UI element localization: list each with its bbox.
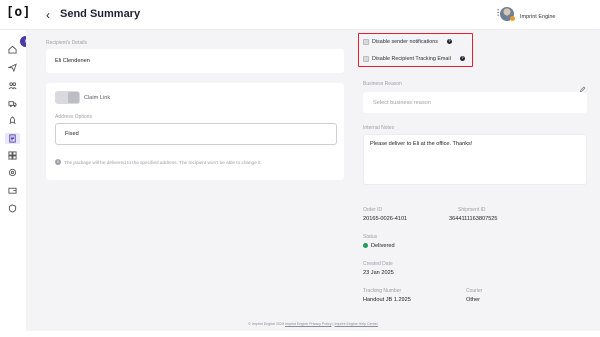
top-bar: [o] ‹ Send Summary ··· Imprint Engine bbox=[0, 0, 600, 30]
info-icon: i bbox=[55, 159, 61, 165]
home-icon[interactable] bbox=[8, 45, 17, 54]
toggle-knob bbox=[68, 92, 79, 103]
gear-icon[interactable] bbox=[8, 168, 17, 177]
back-arrow-icon[interactable]: ‹ bbox=[46, 8, 50, 22]
claim-link-label: Claim Link bbox=[84, 95, 111, 101]
help-center-link[interactable]: Imprint Engine Help Center bbox=[334, 322, 377, 326]
created-date-value: 23 Jan 2025 bbox=[363, 270, 394, 276]
page-title: Send Summary bbox=[60, 8, 141, 20]
status-indicator bbox=[363, 243, 368, 248]
tracking-number-value[interactable]: Handout JB 1.2925 bbox=[363, 297, 411, 303]
address-options-label: Address Options bbox=[55, 114, 92, 120]
recipient-field[interactable]: Eli Clendenen bbox=[46, 49, 344, 73]
disable-recipient-tracking-email-checkbox[interactable] bbox=[363, 56, 369, 62]
edit-icon[interactable] bbox=[579, 80, 586, 93]
footer: © Imprint Engine 2025 Imprint Engine Pri… bbox=[26, 317, 600, 331]
help-icon[interactable]: ? bbox=[460, 56, 465, 61]
help-icon[interactable]: ? bbox=[447, 39, 452, 44]
business-reason-label: Business Reason bbox=[363, 81, 402, 87]
receipt-icon[interactable] bbox=[8, 134, 17, 143]
claim-link-toggle[interactable] bbox=[55, 91, 80, 104]
order-id-label: Order ID bbox=[363, 207, 383, 213]
disable-sender-notifications-label: Disable sender notifications bbox=[372, 39, 438, 45]
disable-recipient-tracking-email-label: Disable Recipient Tracking Email bbox=[372, 56, 451, 62]
recipient-details-label: Recipient's Details bbox=[46, 40, 87, 46]
internal-notes-label: Internal Notes bbox=[363, 125, 395, 131]
order-id-value: 20165-0026-4101 bbox=[363, 216, 408, 222]
privacy-policy-link[interactable]: Imprint Engine Privacy Policy bbox=[285, 322, 332, 326]
address-info-text: The package will be delivered to the spe… bbox=[64, 160, 262, 165]
status-label: Status bbox=[363, 234, 378, 240]
created-date-label: Created Date bbox=[363, 261, 393, 267]
truck-icon[interactable] bbox=[8, 99, 17, 108]
wallet-icon[interactable] bbox=[8, 186, 17, 195]
tracking-number-label: Tracking Number bbox=[363, 288, 402, 294]
sidebar bbox=[0, 30, 26, 337]
people-icon[interactable] bbox=[8, 81, 17, 90]
business-reason-select[interactable]: Select business reason bbox=[363, 92, 587, 113]
courier-label: Courier bbox=[466, 288, 483, 294]
shield-icon[interactable] bbox=[8, 204, 17, 213]
avatar-status-badge bbox=[510, 16, 515, 21]
grid-icon[interactable] bbox=[8, 151, 17, 160]
courier-value: Other bbox=[466, 297, 480, 303]
disable-sender-notifications-checkbox[interactable] bbox=[363, 39, 369, 45]
app-logo[interactable]: [o] bbox=[6, 5, 31, 20]
footer-copyright: © Imprint Engine 2025 bbox=[248, 322, 284, 326]
shipment-id-label: Shipment ID bbox=[458, 207, 486, 213]
shipment-id-value: 3644111163807525 bbox=[449, 216, 498, 222]
rocket-icon[interactable] bbox=[8, 116, 17, 125]
internal-notes-textarea[interactable]: Please deliver to Eli at the office. Tha… bbox=[363, 134, 587, 185]
address-options-select[interactable]: Fixed bbox=[55, 123, 337, 145]
user-name[interactable]: Imprint Engine bbox=[520, 14, 555, 20]
send-icon[interactable] bbox=[8, 63, 17, 72]
status-value: Delivered bbox=[371, 243, 395, 249]
